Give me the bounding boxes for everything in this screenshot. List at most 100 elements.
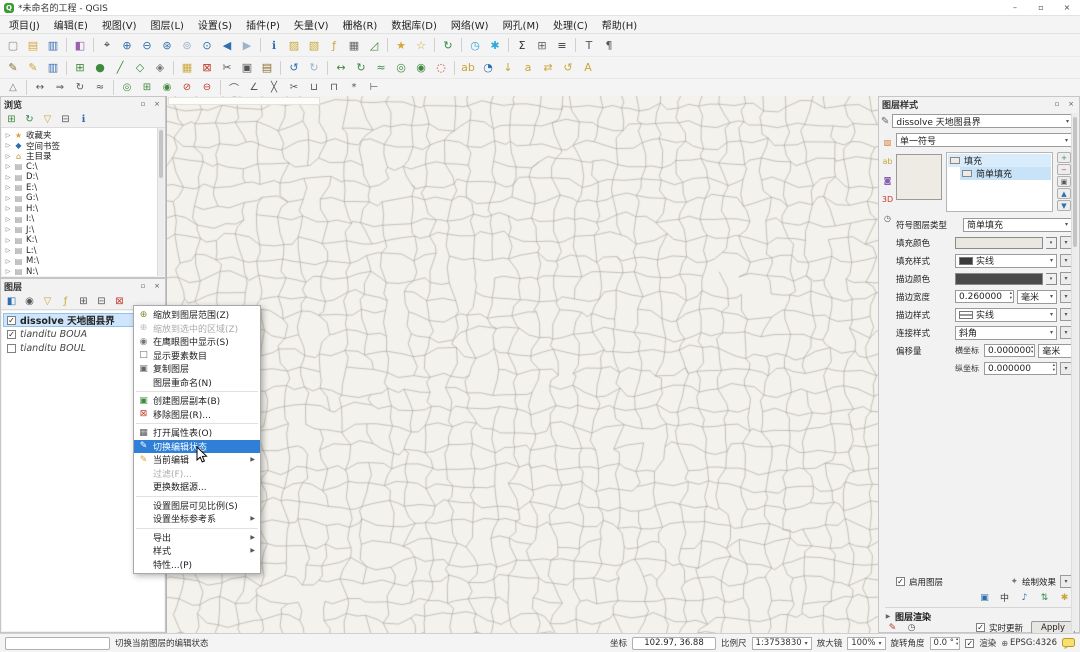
- add-line-icon[interactable]: ╱: [110, 59, 130, 77]
- delete-selected-icon[interactable]: ⊠: [197, 59, 217, 77]
- styling-tab-labels[interactable]: ab: [881, 154, 895, 168]
- zoom-last-icon[interactable]: ◀: [217, 36, 237, 54]
- select-features-icon[interactable]: ▨: [284, 36, 304, 54]
- add-polygon-icon[interactable]: ◇: [130, 59, 150, 77]
- change-label-icon[interactable]: A: [578, 59, 598, 77]
- menu-mesh[interactable]: 网孔(M): [496, 16, 546, 33]
- menu-vector[interactable]: 矢量(V): [287, 16, 336, 33]
- styling-layer-select[interactable]: dissolve 天地图县界: [892, 114, 1073, 128]
- context-copy-layer[interactable]: ▣ 复制图层: [134, 362, 260, 376]
- cut-features-icon[interactable]: ✂: [217, 59, 237, 77]
- layers-remove-icon[interactable]: ⊠: [111, 294, 128, 309]
- close-icon[interactable]: ×: [1054, 0, 1080, 15]
- rotate-features-icon[interactable]: ↻: [70, 80, 90, 95]
- measure-icon[interactable]: ◿: [364, 36, 384, 54]
- symbol-add-button[interactable]: +: [1057, 152, 1071, 163]
- fill-color-button[interactable]: [955, 236, 1043, 249]
- style-library-icon[interactable]: ▣: [977, 591, 992, 604]
- identify-icon[interactable]: ℹ: [264, 36, 284, 54]
- merge-attributes-icon[interactable]: ⊓: [324, 80, 344, 95]
- browser-item-drive-c[interactable]: ▷ ▤ C:\: [5, 162, 157, 173]
- redo-icon[interactable]: ↻: [304, 59, 324, 77]
- freeze-canvas-icon[interactable]: ✱: [485, 36, 505, 54]
- browser-item-drive-n[interactable]: ▷ ▤ N:\: [5, 267, 157, 276]
- menu-web[interactable]: 网络(W): [444, 16, 496, 33]
- render-checkbox[interactable]: ✓: [965, 638, 975, 648]
- add-part-icon[interactable]: ⊞: [137, 80, 157, 95]
- symbol-tree-fill-item[interactable]: 填充: [948, 154, 1051, 167]
- browser-item-drive-k[interactable]: ▷ ▤ K:\: [5, 235, 157, 246]
- new-project-icon[interactable]: ▢: [3, 36, 23, 54]
- deselect-icon[interactable]: ▧: [304, 36, 324, 54]
- styling-tab-masks[interactable]: ◙: [881, 173, 895, 187]
- layers-collapse-all-icon[interactable]: ⊟: [93, 294, 110, 309]
- layer-diagram-icon[interactable]: ◔: [478, 59, 498, 77]
- statistics-icon[interactable]: Σ: [512, 36, 532, 54]
- layers-filter-expression-icon[interactable]: ƒ: [57, 294, 74, 309]
- new-bookmark-icon[interactable]: ★: [391, 36, 411, 54]
- menu-view[interactable]: 视图(V): [95, 16, 144, 33]
- locator-input[interactable]: [5, 636, 110, 650]
- context-styles[interactable]: 样式 ▶: [134, 544, 260, 558]
- live-update-checkbox[interactable]: ✓: [975, 623, 985, 632]
- enable-layer-checkbox[interactable]: ✓: [896, 577, 905, 586]
- style-center-icon[interactable]: 中: [997, 591, 1012, 604]
- browser-item-drive-j[interactable]: ▷ ▤ J:\: [5, 225, 157, 236]
- menu-plugins[interactable]: 插件(P): [239, 16, 287, 33]
- browser-add-layer-icon[interactable]: ⊞: [3, 112, 20, 127]
- context-change-data-source[interactable]: 更换数据源...: [134, 480, 260, 494]
- fill-ring-icon[interactable]: ◉: [411, 59, 431, 77]
- browser-scrollbar[interactable]: [157, 128, 164, 276]
- menu-settings[interactable]: 设置(S): [191, 16, 239, 33]
- styling-close-icon[interactable]: ×: [1066, 100, 1076, 108]
- symbol-remove-button[interactable]: −: [1057, 164, 1071, 175]
- rotate-point-symbols-icon[interactable]: *: [344, 80, 364, 95]
- trim-extend-icon[interactable]: ⊢: [364, 80, 384, 95]
- layers-filter-legend-icon[interactable]: ▽: [39, 294, 56, 309]
- styling-dock-icon[interactable]: ▫: [1052, 100, 1062, 108]
- maximize-icon[interactable]: ▫: [1028, 0, 1054, 15]
- browser-close-icon[interactable]: ×: [152, 100, 162, 108]
- browser-item-drive-l[interactable]: ▷ ▤ L:\: [5, 246, 157, 257]
- layer-visibility-checkbox[interactable]: [7, 343, 16, 353]
- undo-icon[interactable]: ↺: [284, 59, 304, 77]
- minimize-icon[interactable]: –: [1002, 0, 1028, 15]
- rotate-label-icon[interactable]: ↺: [558, 59, 578, 77]
- offset-x-spinbox[interactable]: 0.000000: [984, 344, 1036, 357]
- symbol-up-button[interactable]: ▲: [1057, 188, 1071, 199]
- layers-map-themes-icon[interactable]: ◉: [21, 294, 38, 309]
- merge-features-icon[interactable]: ⊔: [304, 80, 324, 95]
- simplify-features-icon[interactable]: ≈: [90, 80, 110, 95]
- zoom-in-icon[interactable]: ⊕: [117, 36, 137, 54]
- copy-move-features-icon[interactable]: ⇒: [50, 80, 70, 95]
- layer-labeling-icon[interactable]: ab: [458, 59, 478, 77]
- processing-toolbox-icon[interactable]: ⊞: [532, 36, 552, 54]
- stroke-style-select[interactable]: 实线: [955, 307, 1057, 322]
- add-ring2-icon[interactable]: ◎: [117, 80, 137, 95]
- symbol-duplicate-button[interactable]: ▣: [1057, 176, 1071, 187]
- styling-tab-history[interactable]: ◷: [881, 211, 895, 225]
- symbol-layer-type-select[interactable]: 简单填充: [963, 217, 1072, 232]
- annotation-form-icon[interactable]: ¶: [599, 36, 619, 54]
- symbol-type-select[interactable]: 单一符号: [896, 133, 1072, 147]
- menu-layer[interactable]: 图层(L): [144, 16, 191, 33]
- toggle-editing-icon[interactable]: ✎: [23, 59, 43, 77]
- zoom-next-icon[interactable]: ▶: [237, 36, 257, 54]
- add-record-icon[interactable]: ⊞: [70, 59, 90, 77]
- symbol-tree-simple-fill-item[interactable]: 简单填充: [960, 167, 1051, 180]
- menu-project[interactable]: 项目(J): [2, 16, 47, 33]
- reshape-features-icon[interactable]: ∠: [244, 80, 264, 95]
- temporal-control-icon[interactable]: ◷: [465, 36, 485, 54]
- rotate-feature-icon[interactable]: ↻: [351, 59, 371, 77]
- messages-icon[interactable]: [1062, 637, 1075, 649]
- move-feature-icon[interactable]: ↔: [331, 59, 351, 77]
- layers-style-panel-icon[interactable]: ◧: [3, 294, 20, 309]
- browser-item-drive-d[interactable]: ▷ ▤ D:\: [5, 172, 157, 183]
- stroke-color-button[interactable]: [955, 272, 1043, 285]
- browser-dock-icon[interactable]: ▫: [138, 100, 148, 108]
- pan-map-icon[interactable]: ⌖: [97, 36, 117, 54]
- context-duplicate-layer[interactable]: ▣ 创建图层副本(B): [134, 394, 260, 408]
- pin-labels-icon[interactable]: ↓: [498, 59, 518, 77]
- current-edits-icon[interactable]: ✎: [3, 59, 23, 77]
- move-features-icon[interactable]: ↔: [30, 80, 50, 95]
